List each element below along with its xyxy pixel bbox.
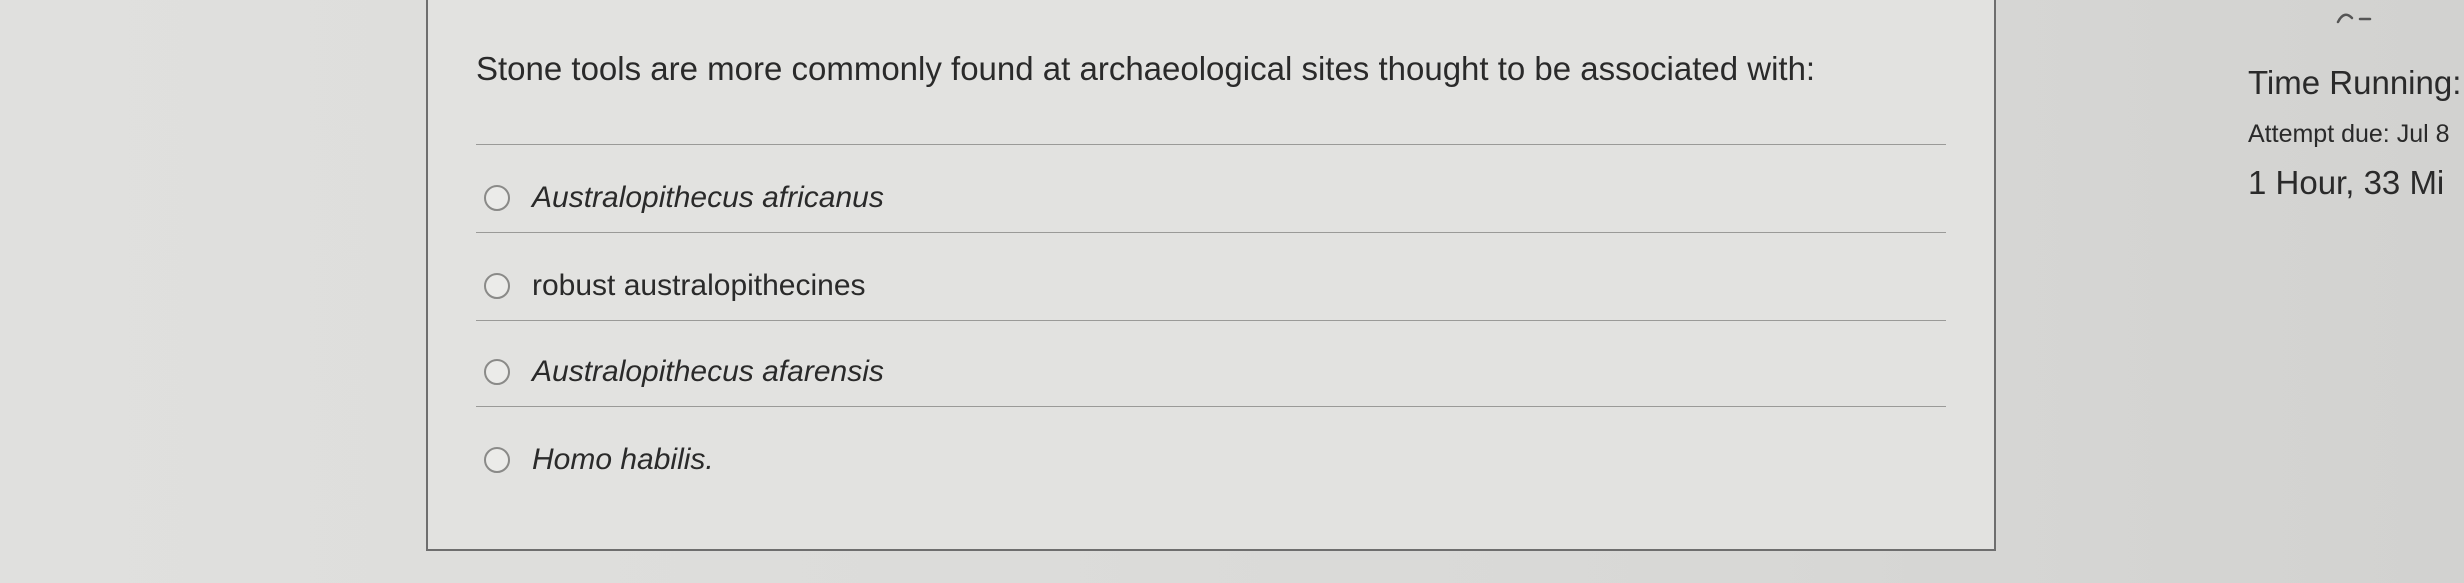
divider: [476, 406, 1946, 407]
timer-panel: Time Running: Attempt due: Jul 8 1 Hour,…: [2248, 0, 2464, 583]
answer-option-1[interactable]: Australopithecus africanus: [484, 178, 884, 218]
answer-label: Homo habilis.: [532, 443, 714, 476]
radio-button-icon[interactable]: [484, 273, 510, 299]
answer-label: Australopithecus africanus: [532, 181, 884, 214]
divider: [476, 232, 1946, 233]
radio-button-icon[interactable]: [484, 447, 510, 473]
radio-button-icon[interactable]: [484, 185, 510, 211]
divider: [476, 144, 1946, 145]
time-left: 1 Hour, 33 Mi: [2248, 164, 2445, 201]
attempt-due: Attempt due: Jul 8: [2248, 120, 2450, 148]
divider: [476, 320, 1946, 321]
question-text: Stone tools are more commonly found at a…: [476, 50, 1816, 87]
timer-title: Time Running:: [2248, 64, 2462, 101]
answer-label: Australopithecus afarensis: [532, 355, 884, 388]
radio-button-icon[interactable]: [484, 359, 510, 385]
answer-option-3[interactable]: Australopithecus afarensis: [484, 352, 884, 392]
answer-option-4[interactable]: Homo habilis.: [484, 440, 714, 480]
question-card: Stone tools are more commonly found at a…: [426, 0, 1996, 551]
answer-option-2[interactable]: robust australopithecines: [484, 266, 866, 306]
answer-label: robust australopithecines: [532, 269, 866, 302]
